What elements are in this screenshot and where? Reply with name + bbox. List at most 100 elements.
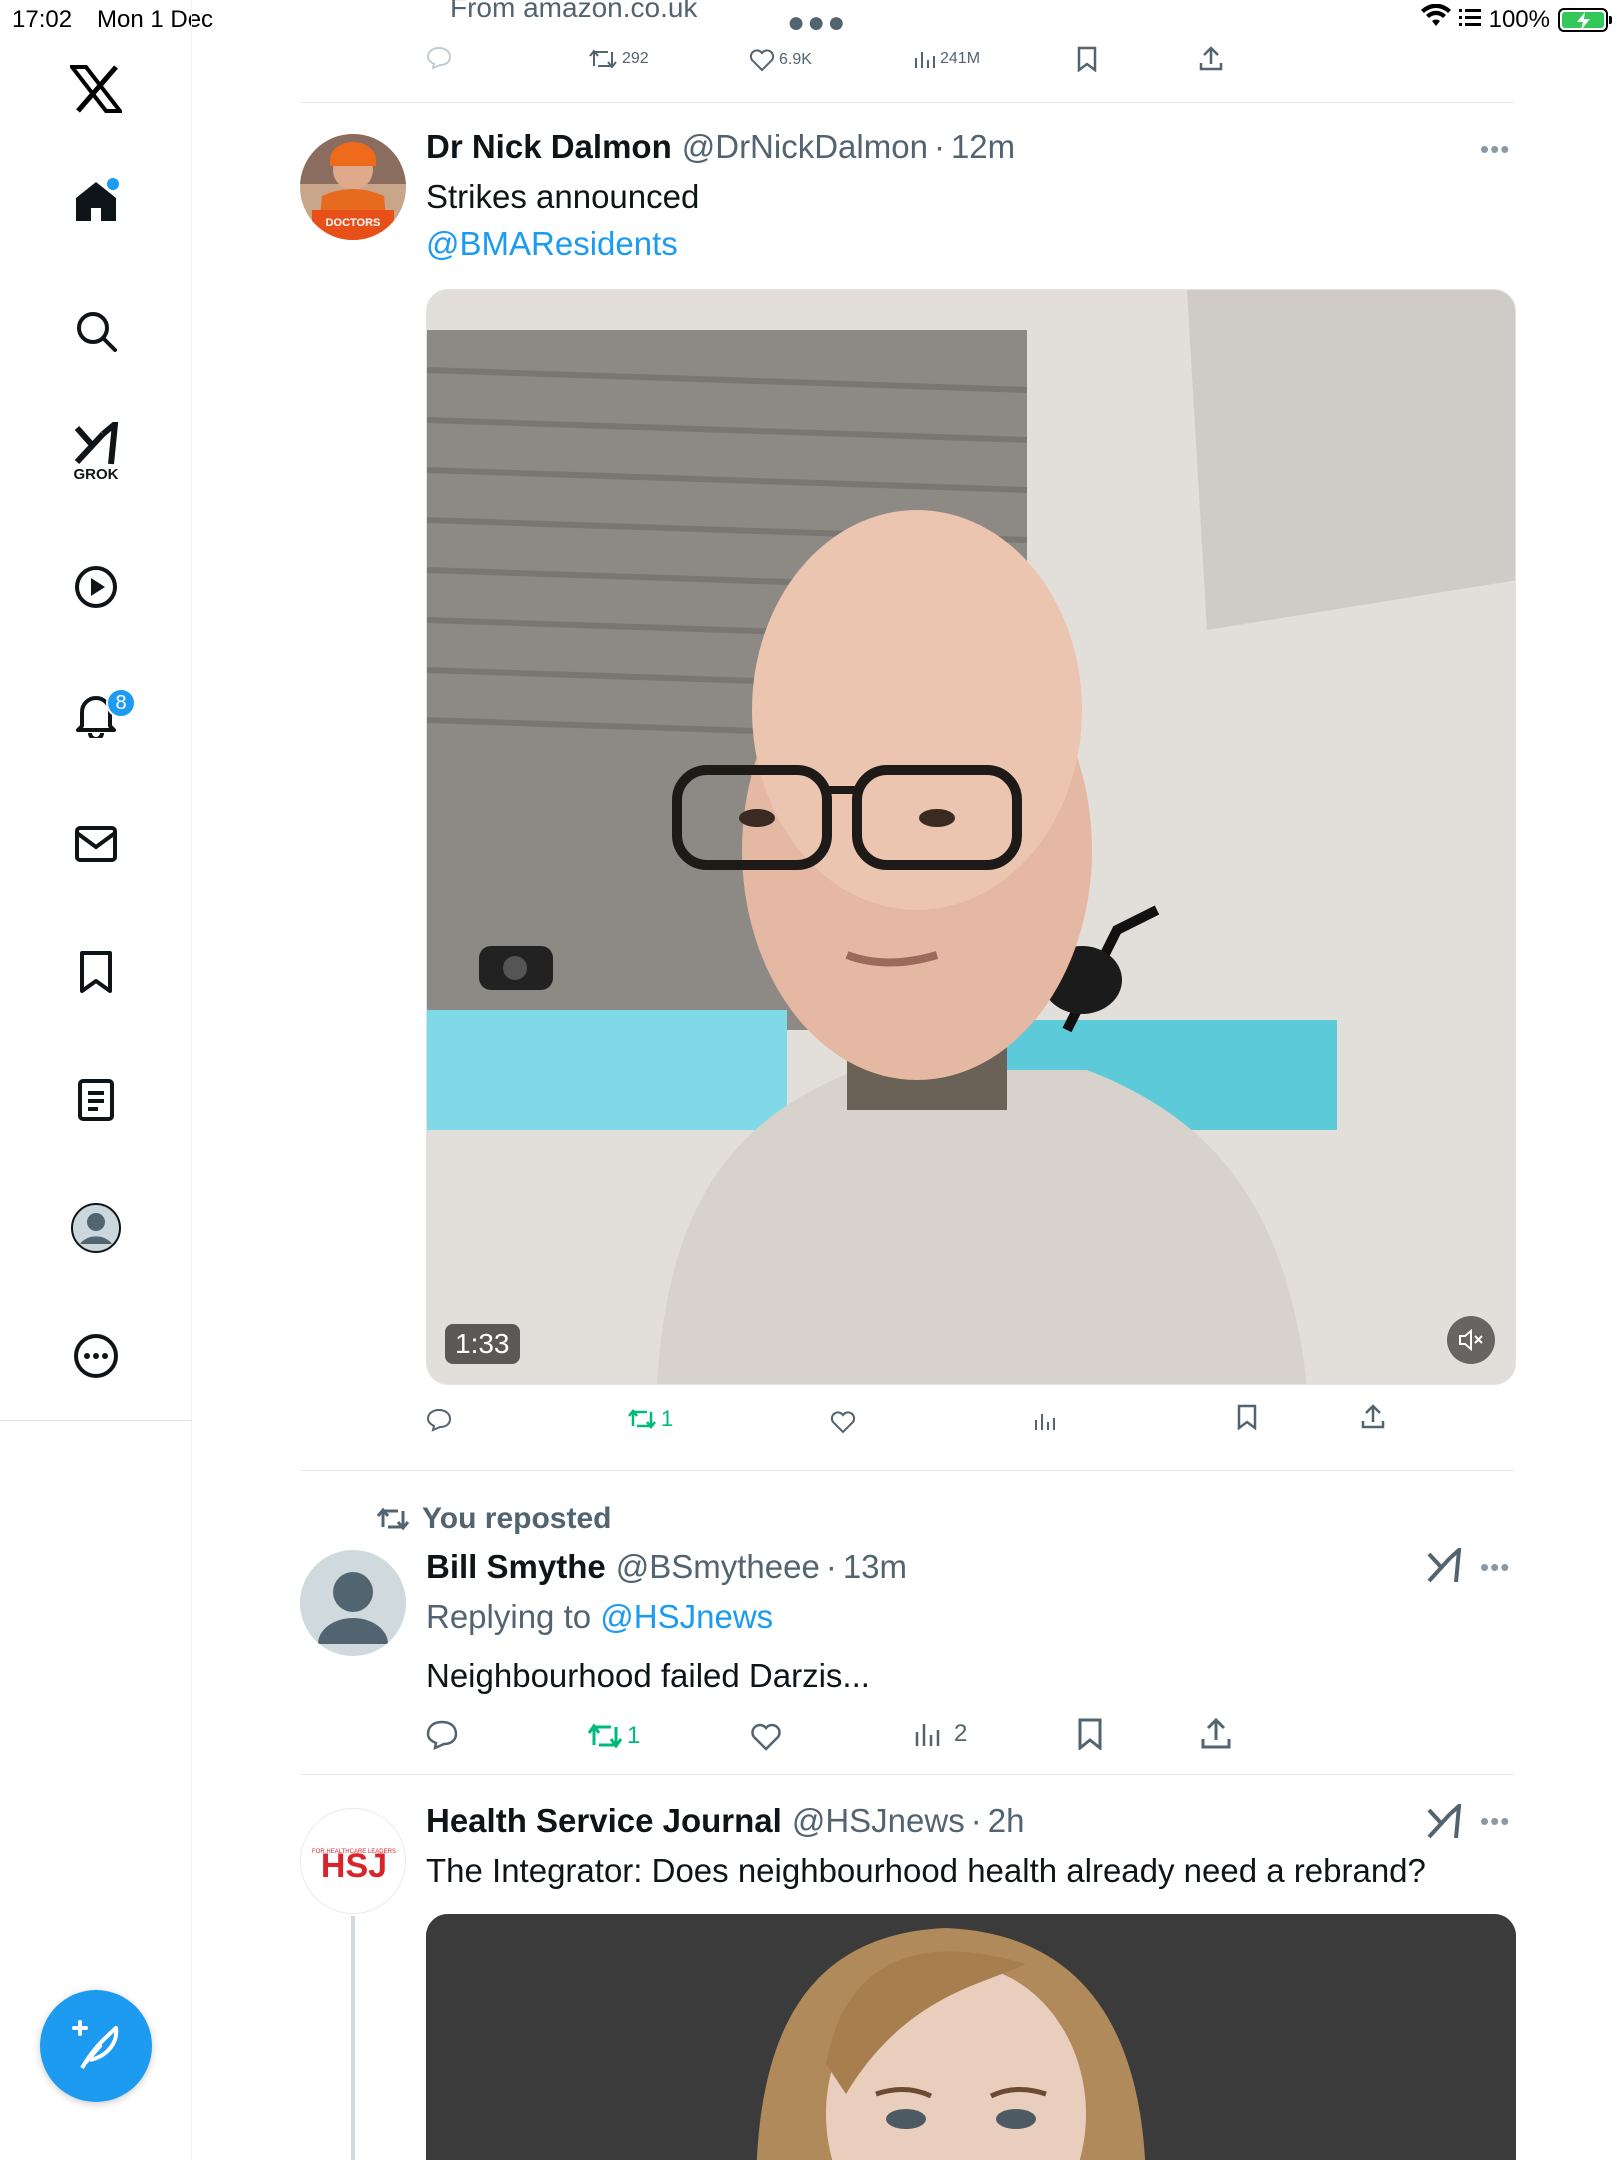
like-button[interactable] [830,1410,856,1434]
more-options-icon[interactable] [65,1325,127,1387]
views-button[interactable] [1034,1410,1056,1432]
grok-icon[interactable]: GROK [65,422,127,502]
status-right: 100% [1420,3,1612,35]
retweet-button[interactable]: 1 [587,1722,640,1750]
author-handle[interactable]: @DrNickDalmon [682,128,928,166]
retweet-icon [628,1408,656,1430]
retweet-button-prev[interactable]: 292 [588,48,649,70]
heart-icon [830,1411,856,1434]
grok-icon[interactable] [1426,1545,1462,1589]
replying-to-prefix: Replying to [426,1598,592,1635]
profile-avatar-icon[interactable] [65,1197,127,1259]
list-icon [1458,6,1481,34]
view-count: 241M [940,50,981,67]
tweet-more-options-icon[interactable]: ••• [1480,1806,1510,1837]
tweet-time[interactable]: 2h [988,1802,1025,1840]
tweet-separator [300,1774,1514,1775]
views-chart-icon [1035,1414,1055,1430]
bookmarks-icon[interactable] [65,941,127,1003]
search-icon[interactable] [65,300,127,362]
like-count: 6.9K [779,51,812,68]
tweet-header: Dr Nick Dalmon @DrNickDalmon · 12m [426,128,1016,166]
notifications-badge: 8 [106,688,136,718]
retweet-count: 1 [661,1406,674,1431]
views-chart-icon [915,1724,940,1746]
author-name[interactable]: Health Service Journal [426,1802,782,1840]
bookmark-button[interactable] [1076,1718,1104,1750]
video-play-icon[interactable] [65,556,127,618]
reply-icon [426,1408,452,1432]
avatar[interactable]: FOR HEALTHCARE LEADERS HSJ [300,1808,406,1914]
reply-icon [426,1720,458,1750]
tweet-header: Bill Smythe @BSmytheee · 13m [426,1548,908,1586]
bookmark-icon [1237,1404,1257,1430]
replying-to-link[interactable]: @HSJnews [600,1598,773,1635]
home-unread-dot [107,178,119,190]
like-button-prev[interactable]: 6.9K [749,48,812,72]
share-icon[interactable] [1198,46,1224,72]
mention-link[interactable]: @BMAResidents [426,225,678,263]
heart-icon [749,49,775,72]
x-logo-icon[interactable] [65,58,127,120]
share-icon [1361,1404,1385,1429]
retweet-icon [376,1507,410,1531]
heart-icon [751,1723,781,1751]
home-icon[interactable] [65,170,127,232]
tweet-text: The Integrator: Does neighbourhood healt… [426,1852,1426,1889]
tweet-time[interactable]: 12m [951,128,1015,166]
retweet-button[interactable]: 1 [627,1406,673,1432]
share-icon [1201,1718,1231,1749]
tweet-more-options-icon[interactable]: ••• [1480,1552,1510,1583]
lists-icon[interactable] [65,1069,127,1131]
tweet-video[interactable]: 1:33 [426,289,1516,1385]
share-button[interactable] [1200,1718,1232,1750]
page-dots-indicator: ●●● [787,6,848,39]
avatar[interactable]: DOCTORS [300,134,406,240]
author-handle[interactable]: @HSJnews [792,1802,965,1840]
tweet-separator [300,1470,1514,1471]
bookmark-button[interactable] [1236,1404,1258,1430]
mute-toggle-button[interactable] [1447,1316,1495,1364]
reply-context: Replying to @HSJnews [426,1598,773,1636]
reply-button[interactable] [426,1408,452,1432]
views-button[interactable]: 2 [914,1720,967,1748]
battery-percent: 100% [1488,5,1550,33]
tweet-header: Health Service Journal @HSJnews · 2h [426,1802,1025,1840]
retweet-count: 1 [627,1722,641,1749]
author-handle[interactable]: @BSmytheee [616,1548,820,1586]
like-button[interactable] [750,1722,782,1752]
compose-post-button[interactable] [40,1990,152,2102]
reply-button[interactable] [426,1720,458,1750]
grok-icon[interactable] [1426,1801,1462,1845]
repost-indicator: You reposted [376,1502,611,1536]
tweet-text: Neighbourhood failed Darzis... [426,1657,870,1694]
thread-connector-line [351,1916,355,2160]
avatar[interactable] [300,1550,406,1656]
article-photo [426,1914,1516,2160]
sidebar-divider [0,1420,192,1421]
previous-tweet-source: From amazon.co.uk [450,0,698,23]
bookmark-icon [1078,1718,1102,1750]
compose-feather-icon [72,2020,119,2069]
battery-icon [1558,7,1612,32]
bookmark-icon[interactable] [1076,46,1098,72]
messages-envelope-icon[interactable] [65,813,127,875]
wifi-icon [1420,3,1451,35]
grok-label: GROK [73,466,119,483]
reply-icon[interactable] [426,46,452,70]
tweet-more-options-icon[interactable]: ••• [1480,134,1510,165]
author-name[interactable]: Bill Smythe [426,1548,606,1586]
hsj-logo: HSJ [321,1847,387,1885]
view-count: 2 [954,1720,968,1747]
views-button-prev[interactable]: 241M [914,48,980,70]
author-name[interactable]: Dr Nick Dalmon [426,128,672,166]
tweet-time[interactable]: 13m [843,1548,907,1586]
share-button[interactable] [1360,1404,1386,1430]
retweet-icon [589,49,617,69]
views-chart-icon [915,52,935,68]
retweet-count: 292 [622,50,649,67]
article-card-image[interactable] [426,1914,1516,2160]
video-frame-image [427,290,1515,1384]
repost-label: You reposted [422,1502,612,1535]
notifications-bell-icon[interactable]: 8 [65,684,136,746]
